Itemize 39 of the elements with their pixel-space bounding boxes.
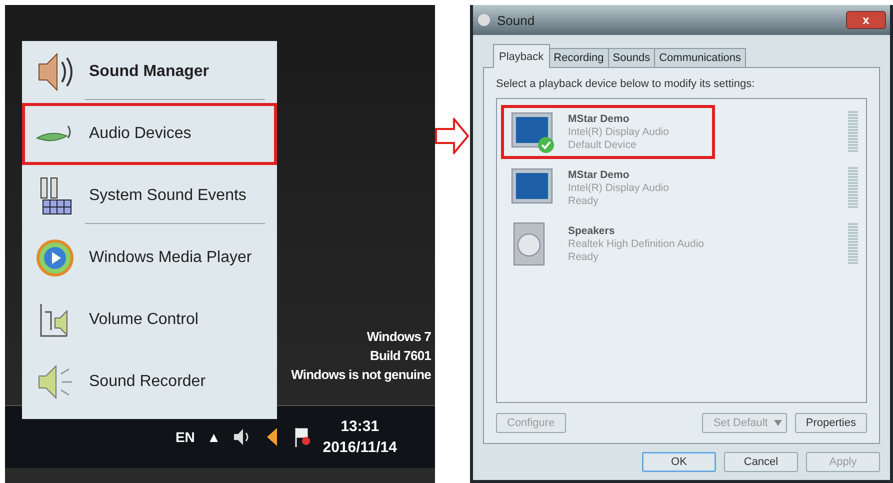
dialog-button[interactable]: Cancel [724,452,798,472]
menu-item[interactable]: Audio Devices [22,103,277,165]
level-meter [848,167,858,209]
device-item[interactable]: MStar Demo Intel(R) Display Audio Ready [501,161,715,215]
window-title: Sound [497,12,535,28]
clock-date: 2016/11/14 [322,439,397,456]
device-status: Default Device [568,139,638,151]
device-name: MStar Demo [568,169,630,181]
menu-item[interactable]: Volume Control [22,289,277,351]
clock-time: 13:31 [340,418,380,435]
device-driver: Intel(R) Display Audio [568,182,669,194]
instruction-text: Select a playback device below to modify its settings: [496,78,756,90]
tab[interactable]: Recording [548,48,609,67]
arrow-icon [435,118,469,154]
device-status: Ready [568,195,600,207]
device-status: Ready [568,251,600,263]
device-name: Speakers [568,225,616,237]
desktop-notice: Build 7601 [370,348,431,363]
tab[interactable]: Communications [654,48,746,67]
menu-item[interactable]: Windows Media Player [22,227,277,289]
desktop-notice: Windows 7 [366,329,431,344]
tray-arrow[interactable]: ▲ [206,429,221,445]
device-item[interactable]: Speakers Realtek High Definition Audio Ready [501,217,715,271]
menu-item[interactable]: Sound Recorder [22,351,277,413]
dialog-button[interactable]: OK [642,452,716,472]
tab[interactable]: Sounds [608,48,656,67]
language-indicator[interactable]: EN [175,429,195,445]
device-driver: Realtek High Definition Audio [568,238,704,250]
desktop-notice: Windows is not genuine [291,367,431,382]
tab[interactable]: Playback [493,44,550,68]
flag-icon[interactable] [292,426,311,448]
device-item[interactable]: MStar Demo Intel(R) Display Audio Default Device [501,105,715,159]
level-meter [848,111,858,153]
close-button[interactable]: x [846,11,886,29]
level-meter [848,223,858,265]
device-name: MStar Demo [568,113,630,125]
caret-icon [774,420,782,426]
device-action-button[interactable]: Properties [794,413,867,433]
device-driver: Intel(R) Display Audio [568,126,669,138]
